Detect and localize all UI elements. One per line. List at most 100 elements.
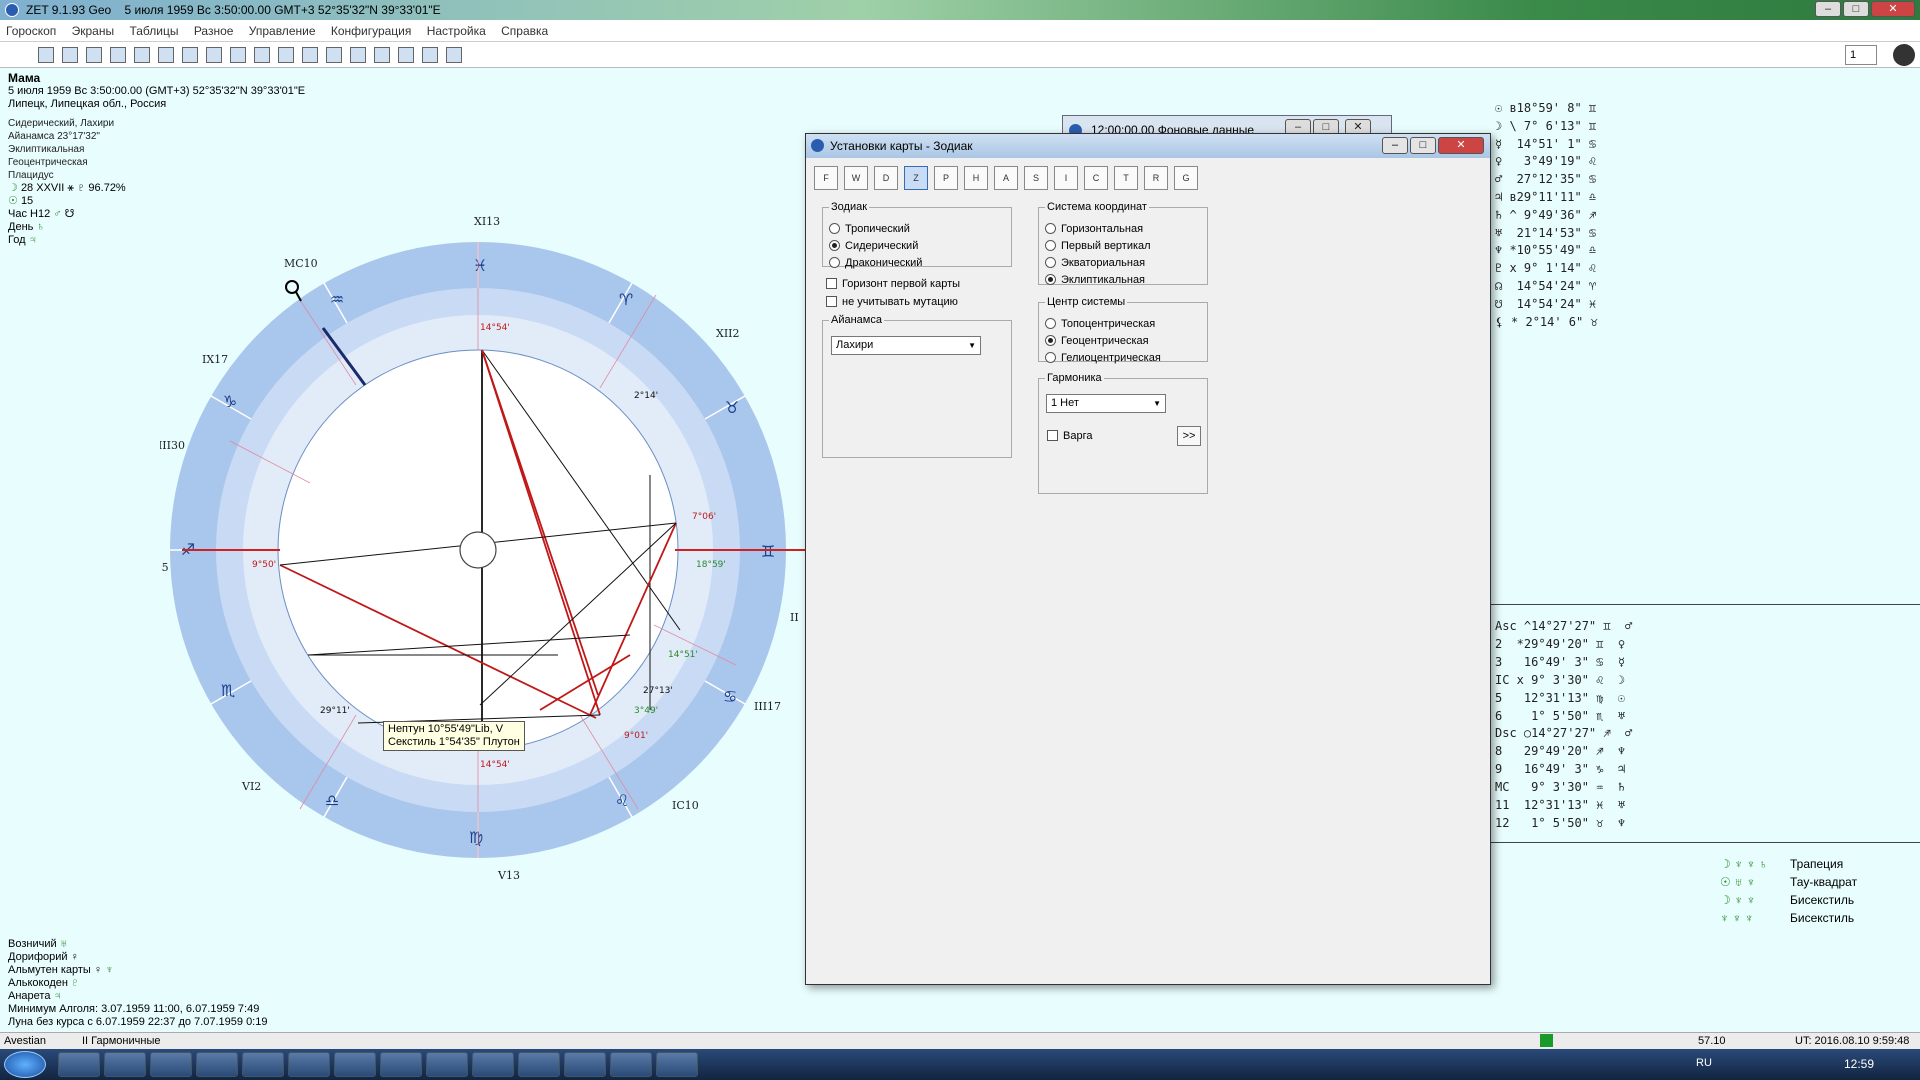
taskbar-app-11[interactable] — [518, 1052, 560, 1077]
ignore-mutation-checkbox[interactable]: не учитывать мутацию — [826, 296, 958, 308]
coords-prime-vertical-radio[interactable]: Первый вертикал — [1045, 240, 1151, 252]
menu-control[interactable]: Управление — [249, 20, 316, 42]
transit-tool-icon[interactable] — [206, 47, 222, 63]
tool-w-icon[interactable]: W — [844, 166, 868, 190]
setting-houses: Плацидус — [8, 170, 54, 181]
zodiac-draconic-radio[interactable]: Драконический — [829, 257, 922, 269]
status-tab[interactable]: II Гармоничные — [82, 1035, 160, 1047]
varga-checkbox[interactable]: Варга — [1047, 430, 1092, 442]
graph-tool-icon[interactable] — [446, 47, 462, 63]
aspect-figure-row[interactable]: ♆ ♆ ♆ Бисекстиль — [1700, 909, 1857, 927]
globe-tool-icon[interactable] — [62, 47, 78, 63]
menu-screens[interactable]: Экраны — [72, 20, 114, 42]
center-heliocentric-radio[interactable]: Гелиоцентрическая — [1045, 352, 1161, 364]
picture-tool-icon[interactable] — [326, 47, 342, 63]
taskbar-app-7[interactable] — [334, 1052, 376, 1077]
tool-p-icon[interactable]: P — [934, 166, 958, 190]
taskbar-app-3[interactable] — [150, 1052, 192, 1077]
coords-horizontal-radio[interactable]: Горизонтальная — [1045, 223, 1143, 235]
tool-f-icon[interactable]: F — [814, 166, 838, 190]
taskbar-app-5[interactable] — [242, 1052, 284, 1077]
menu-misc[interactable]: Разное — [194, 20, 234, 42]
gemini-icon: ♊ — [761, 542, 775, 561]
dialog-title-bar[interactable]: Установки карты - Зодиак – □ ✕ — [806, 134, 1490, 158]
harmonic-select[interactable]: 1 Нет — [1046, 394, 1166, 413]
venus-icon: ♀ — [93, 964, 103, 976]
taskbar-app-10[interactable] — [472, 1052, 514, 1077]
menu-help[interactable]: Справка — [501, 20, 548, 42]
dialog-minimize-icon[interactable]: – — [1382, 137, 1408, 154]
list-tool-icon[interactable] — [278, 47, 294, 63]
menu-tables[interactable]: Таблицы — [129, 20, 178, 42]
cycle-tool-icon[interactable] — [182, 47, 198, 63]
table-tool-icon[interactable] — [38, 47, 54, 63]
menu-settings[interactable]: Настройка — [427, 20, 486, 42]
menu-configuration[interactable]: Конфигурация — [331, 20, 412, 42]
taskbar-app-4[interactable] — [196, 1052, 238, 1077]
close-icon[interactable]: ✕ — [1871, 1, 1915, 17]
book-tool-icon[interactable] — [350, 47, 366, 63]
taskbar-app-6[interactable] — [288, 1052, 330, 1077]
zodiac-sidereal-radio[interactable]: Сидерический — [829, 240, 918, 252]
start-icon[interactable] — [4, 1051, 46, 1078]
aspect-figure-row[interactable]: ☽ ♆ ♆ Бисекстиль — [1700, 891, 1857, 909]
varga-more-button[interactable]: >> — [1177, 426, 1201, 446]
tool-t-icon[interactable]: T — [1114, 166, 1138, 190]
planet-label-7: 27°13' — [643, 686, 673, 696]
chart-settings-dialog[interactable]: Установки карты - Зодиак – □ ✕ F W D Z P… — [805, 133, 1491, 985]
taskbar-app-8[interactable] — [380, 1052, 422, 1077]
tool-i-icon[interactable]: I — [1054, 166, 1078, 190]
aspect-figure-row[interactable]: ☽ ♆ ♆ ♄ Трапеция — [1700, 855, 1857, 873]
aspect-icon: ⚹ — [67, 182, 75, 194]
dialog-close-icon[interactable]: ✕ — [1438, 137, 1484, 154]
menu-horoscope[interactable]: Гороскоп — [6, 20, 56, 42]
warning-tool-icon[interactable] — [422, 47, 438, 63]
chevron-tool-icon[interactable] — [230, 47, 246, 63]
taskbar-app-14[interactable] — [656, 1052, 698, 1077]
minimize-icon[interactable]: – — [1815, 1, 1841, 17]
tool-d-icon[interactable]: D — [874, 166, 898, 190]
neptune-icon: ♆ — [105, 964, 114, 976]
coords-ecliptic-radio[interactable]: Эклиптикальная — [1045, 274, 1145, 286]
window-tool-icon[interactable] — [254, 47, 270, 63]
taskbar-app-9[interactable] — [426, 1052, 468, 1077]
tool-c-icon[interactable]: C — [1084, 166, 1108, 190]
tool-r-icon[interactable]: R — [1144, 166, 1168, 190]
coords-equatorial-radio[interactable]: Экваториальная — [1045, 257, 1145, 269]
taskbar-app-12[interactable] — [564, 1052, 606, 1077]
calendar-tool-icon[interactable] — [302, 47, 318, 63]
target-tool-icon[interactable] — [374, 47, 390, 63]
tool-a-icon[interactable]: A — [994, 166, 1018, 190]
taskbar-app-2[interactable] — [104, 1052, 146, 1077]
zodiac-tropical-radio[interactable]: Тропический — [829, 223, 910, 235]
taurus-icon: ♉ — [725, 398, 739, 417]
gear-icon[interactable] — [1893, 44, 1915, 66]
aspect-figure-row[interactable]: ☉ ♅ ♆ Тау-квадрат — [1700, 873, 1857, 891]
maximize-icon[interactable]: □ — [1843, 1, 1869, 17]
dialog-icon — [811, 139, 824, 152]
tools-tool-icon[interactable] — [398, 47, 414, 63]
first-chart-horizon-checkbox[interactable]: Горизонт первой карты — [826, 278, 960, 290]
planet-positions-list: ☉ в18°59' 8" ♊ ☽ \ 7° 6'13" ♊ ☿ 14°51' 1" … — [1495, 100, 1598, 331]
map-tool-icon[interactable] — [134, 47, 150, 63]
tool-h-icon[interactable]: H — [964, 166, 988, 190]
ayanamsa-select[interactable]: Лахири — [831, 336, 981, 355]
chart-tool-icon[interactable] — [110, 47, 126, 63]
horoscope-wheel[interactable]: ♓ ♈ ♉ ♊ ♋ ♌ ♍ ♎ ♏ ♐ ♑ ♒ 14°54' 2°14' 7°0… — [160, 205, 810, 895]
app-icon — [5, 3, 19, 17]
clock[interactable]: 12:59 — [1844, 1057, 1874, 1071]
house-cusp-row: Dsc ○14°27'27" ♐ ♂ — [1495, 726, 1633, 741]
tool-z-icon[interactable]: Z — [904, 166, 928, 190]
house-cusp-row: 3 16°49' 3" ♋ ☿ — [1495, 654, 1626, 669]
dialog-maximize-icon[interactable]: □ — [1410, 137, 1436, 154]
language-indicator[interactable]: RU — [1696, 1057, 1712, 1069]
grid-tool-icon[interactable] — [158, 47, 174, 63]
center-geocentric-radio[interactable]: Геоцентрическая — [1045, 335, 1149, 347]
taskbar-app-1[interactable] — [58, 1052, 100, 1077]
tool-s-icon[interactable]: S — [1024, 166, 1048, 190]
taskbar-app-13[interactable] — [610, 1052, 652, 1077]
page-number-input[interactable]: 1 — [1845, 45, 1877, 65]
wheel-tool-icon[interactable] — [86, 47, 102, 63]
tool-g-icon[interactable]: G — [1174, 166, 1198, 190]
center-topocentric-radio[interactable]: Топоцентрическая — [1045, 318, 1155, 330]
